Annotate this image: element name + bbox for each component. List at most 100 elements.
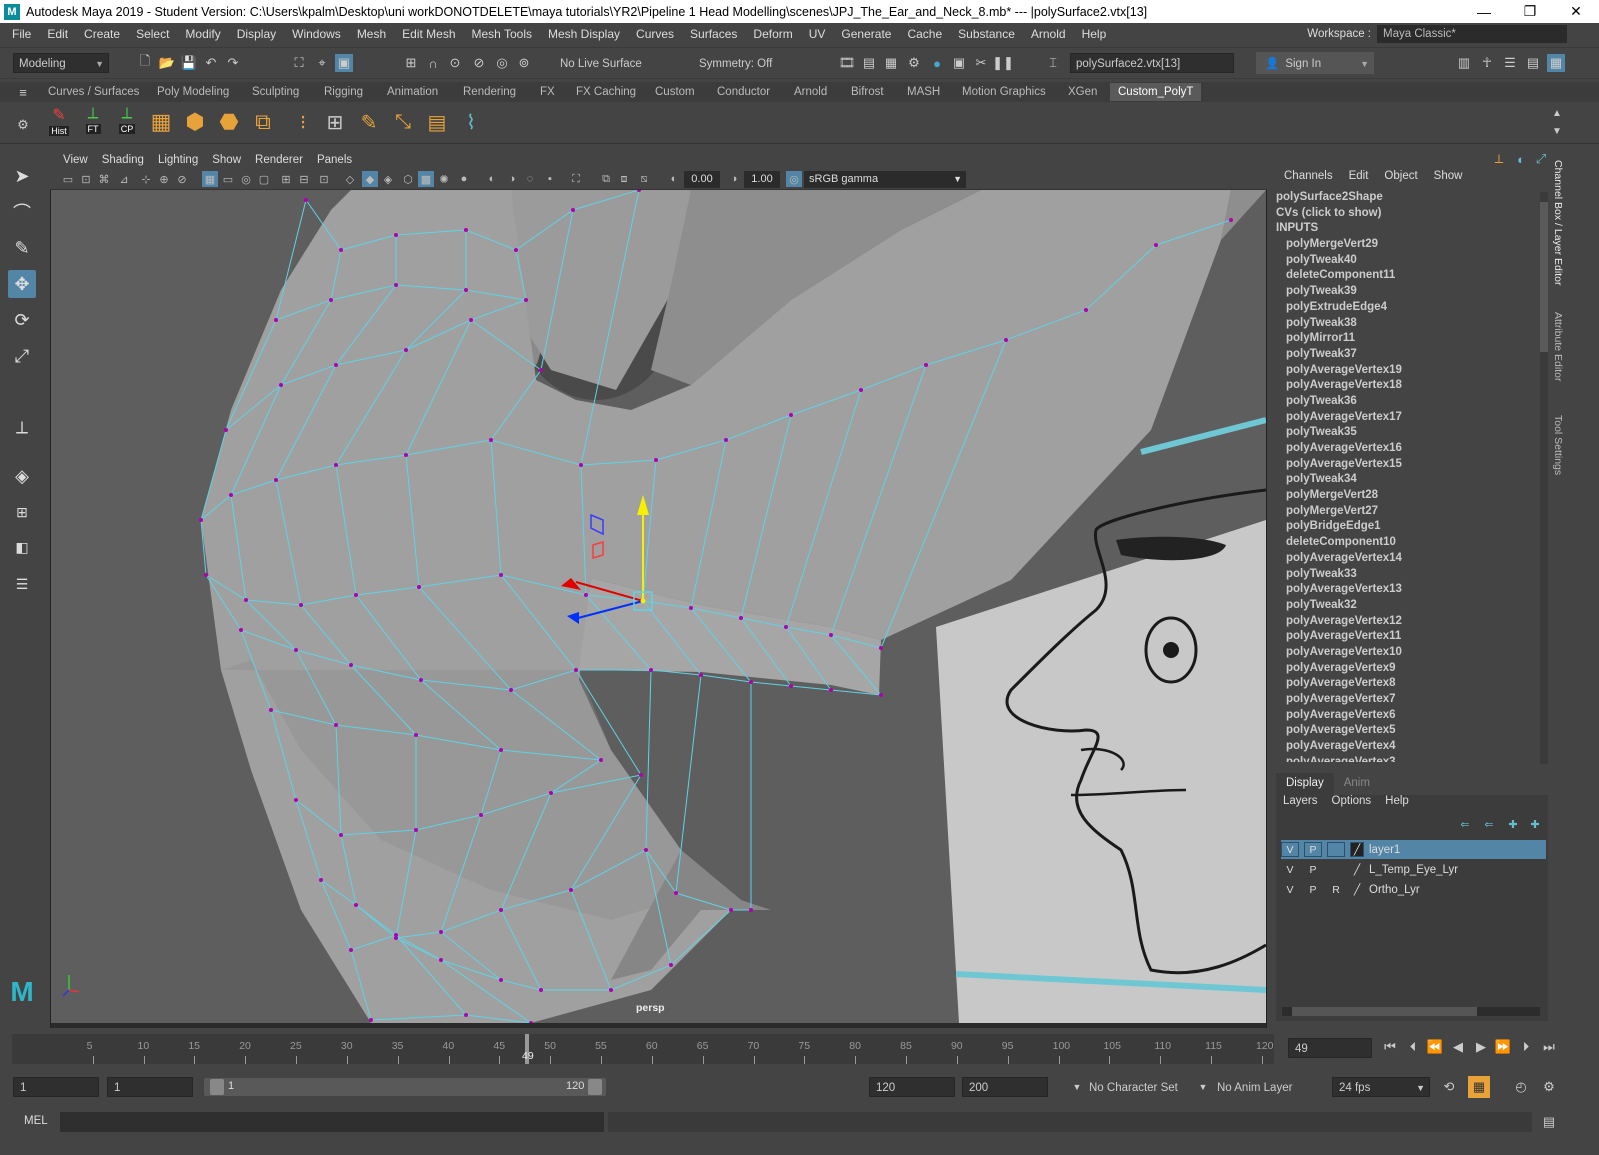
loop-icon[interactable]: ⟲	[1440, 1078, 1458, 1096]
playback-start-field[interactable]: 1	[107, 1077, 193, 1097]
wireframe-icon[interactable]: ⊞	[278, 171, 294, 187]
bevel-icon[interactable]: ▤	[424, 109, 450, 135]
lasso-tool-icon[interactable]: ⌒	[8, 198, 36, 226]
range-start-handle[interactable]	[210, 1079, 224, 1095]
mesh-vertex[interactable]	[417, 585, 421, 589]
time-slider-track[interactable]: 5 10 15 20 25 30 35 40 45 50 55 60 65 70 75 80 85 90 95 100…	[12, 1034, 1274, 1064]
exposure-icon[interactable]: ◐	[666, 171, 682, 187]
shelf-menu-icon[interactable]: ≡	[14, 83, 32, 101]
snap-surface-icon[interactable]: ◎	[493, 54, 511, 72]
menu-generate[interactable]: Generate	[833, 27, 899, 41]
menu-help[interactable]: Help	[1074, 27, 1115, 41]
play-forwards-icon[interactable]: ▶	[1472, 1038, 1490, 1056]
scale-tool-icon[interactable]: ⤢	[8, 342, 36, 370]
menu-mesh-display[interactable]: Mesh Display	[540, 27, 628, 41]
shelf-tab-active[interactable]: Custom_PolyT	[1110, 83, 1202, 101]
resolution-gate-icon[interactable]: ⊘	[174, 171, 190, 187]
close-icon[interactable]: ✕	[1553, 0, 1599, 23]
input-node-item[interactable]: polyMergeVert27	[1276, 504, 1538, 520]
layer-display-type-toggle[interactable]	[1327, 862, 1345, 877]
minimize-icon[interactable]: —	[1461, 0, 1507, 23]
mesh-vertex[interactable]	[669, 963, 673, 967]
mesh-vertex[interactable]	[789, 413, 793, 417]
history-button[interactable]: ✎ Hist	[44, 105, 74, 137]
mesh-vertex[interactable]	[489, 438, 493, 442]
mesh-vertex[interactable]	[394, 933, 398, 937]
mesh-vertex[interactable]	[464, 228, 468, 232]
select-tool-icon[interactable]: ➤	[8, 162, 36, 190]
expand-panel-icon[interactable]: ⤢	[1532, 150, 1550, 168]
menu-deform[interactable]: Deform	[745, 27, 800, 41]
mesh-vertex[interactable]	[469, 318, 473, 322]
mesh-vertex[interactable]	[274, 478, 278, 482]
mesh-vertex[interactable]	[749, 680, 753, 684]
last-tool-icon[interactable]: ⟂	[8, 413, 36, 441]
single-perspective-layout-icon[interactable]: ◈	[8, 462, 36, 490]
input-node-item[interactable]: polyTweak40	[1276, 253, 1538, 269]
mesh-vertex[interactable]	[524, 298, 528, 302]
mesh-vertex[interactable]	[204, 573, 208, 577]
mesh-vertex[interactable]	[549, 791, 553, 795]
auto-key-icon[interactable]: ▦	[1468, 1076, 1490, 1098]
mesh-vertex[interactable]	[609, 988, 613, 992]
symmetry-dropdown[interactable]: Symmetry: Off	[693, 53, 803, 73]
layer-tab-display[interactable]: Display	[1276, 773, 1334, 795]
hypershade-icon[interactable]: ●	[928, 54, 946, 72]
layer-visibility-toggle[interactable]: V	[1281, 862, 1299, 877]
menu-cache[interactable]: Cache	[899, 27, 950, 41]
render-frame-icon[interactable]: 🎞	[838, 54, 856, 72]
shelf-tab[interactable]: FX Caching	[574, 83, 638, 101]
attribute-editor-icon[interactable]: ☰	[1501, 54, 1519, 72]
poly-cube-icon[interactable]: ⬢	[182, 109, 208, 135]
mesh-vertex[interactable]	[199, 518, 203, 522]
layer-playback-toggle[interactable]: P	[1304, 842, 1322, 857]
input-node-item[interactable]: polyAverageVertex12	[1276, 614, 1538, 630]
menu-create[interactable]: Create	[76, 27, 128, 41]
channel-menu-show[interactable]: Show	[1426, 170, 1471, 188]
input-node-item[interactable]: polyBridgeEdge1	[1276, 519, 1538, 535]
shelf-tab[interactable]: Arnold	[792, 83, 829, 101]
layer-visibility-toggle[interactable]: V	[1281, 882, 1299, 897]
bookmark-icon[interactable]: ⌘	[96, 171, 112, 187]
layer-row[interactable]: V P R ╱ Ortho_Lyr	[1281, 880, 1546, 899]
move-layer-down-icon[interactable]: ⇐	[1480, 815, 1498, 833]
input-node-item[interactable]: polyTweak39	[1276, 284, 1538, 300]
mesh-vertex[interactable]	[539, 988, 543, 992]
mesh-vertex[interactable]	[404, 348, 408, 352]
poly-cylinder-icon[interactable]: ⬣	[216, 109, 242, 135]
play-backwards-icon[interactable]: ◀	[1449, 1038, 1467, 1056]
mesh-vertex[interactable]	[569, 888, 573, 892]
snap-point-icon[interactable]: ⊙	[446, 54, 464, 72]
mesh-vertex[interactable]	[1154, 243, 1158, 247]
snap-curve-icon[interactable]: ∩	[424, 54, 442, 72]
move-layer-up-icon[interactable]: ⇐	[1456, 815, 1474, 833]
shelf-tab[interactable]: Sculpting	[250, 83, 301, 101]
scene-end-field[interactable]: 200	[962, 1077, 1048, 1097]
mesh-vertex[interactable]	[789, 684, 793, 688]
shelf-scroll-down-icon[interactable]: ▼	[1548, 122, 1566, 140]
field-chart-icon[interactable]: ◎	[238, 171, 254, 187]
mesh-vertex[interactable]	[414, 828, 418, 832]
anti-aliasing-icon[interactable]: ◌	[522, 171, 538, 187]
new-layer-icon[interactable]: ✚	[1504, 815, 1522, 833]
render-sequence-icon[interactable]: ▤	[860, 54, 878, 72]
viewport-menu-renderer[interactable]: Renderer	[248, 154, 310, 166]
redo-icon[interactable]: ↷	[224, 54, 242, 72]
shelf-tab[interactable]: Rigging	[322, 83, 365, 101]
mesh-vertex[interactable]	[639, 773, 643, 777]
channel-box-settings-icon[interactable]: ◐	[1512, 150, 1530, 168]
color-management-icon[interactable]: ◎	[786, 171, 802, 187]
layer-visibility-toggle[interactable]: V	[1281, 842, 1299, 857]
wireframe-mode-icon[interactable]: ◇	[342, 171, 358, 187]
input-line-mode-icon[interactable]: ⌶	[1044, 54, 1062, 72]
mesh-vertex[interactable]	[334, 463, 338, 467]
two-view-layout-icon[interactable]: ◧	[8, 533, 36, 561]
input-node-item[interactable]: polyAverageVertex18	[1276, 378, 1538, 394]
layer-name[interactable]: layer1	[1369, 844, 1400, 856]
grid-icon[interactable]: ▦	[202, 171, 218, 187]
animation-prefs-icon[interactable]: ⚙	[1540, 1078, 1558, 1096]
xray-joints-icon[interactable]: ⧈	[616, 171, 632, 187]
step-back-frame-icon[interactable]: ⏴	[1404, 1038, 1422, 1056]
menu-uv[interactable]: UV	[801, 27, 834, 41]
mesh-vertex[interactable]	[499, 978, 503, 982]
